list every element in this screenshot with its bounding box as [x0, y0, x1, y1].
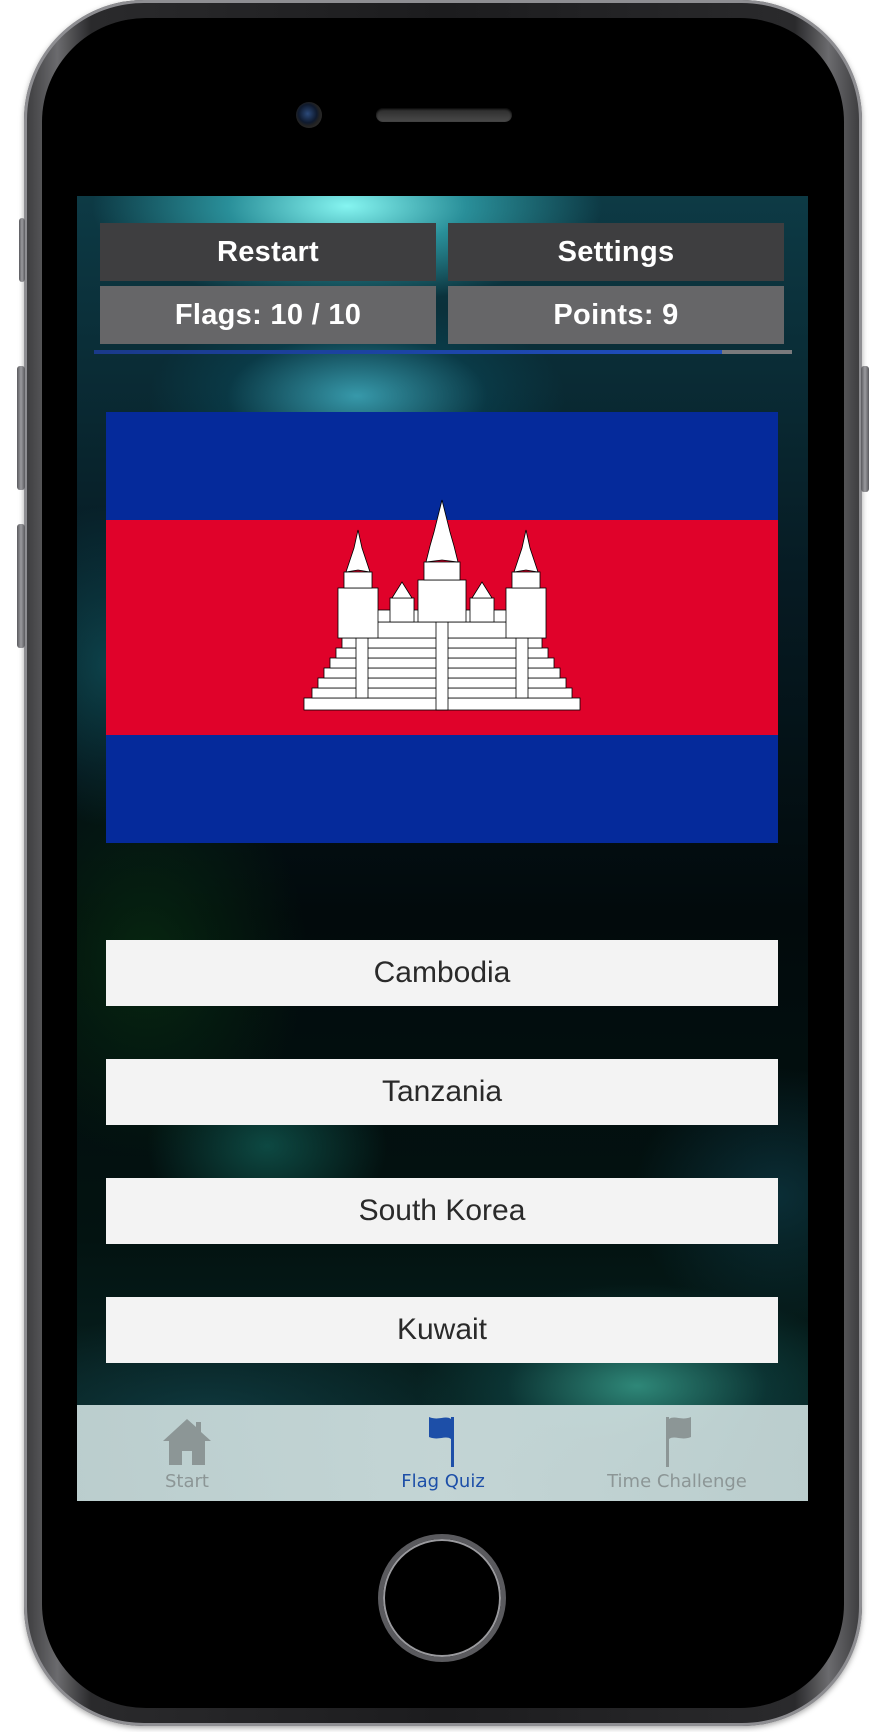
flag-icon [429, 1417, 454, 1467]
cambodia-flag-image [106, 412, 778, 843]
power-button [861, 366, 869, 492]
tab-bar: Start Flag Quiz Time Challenge [77, 1405, 808, 1501]
answer-button-3[interactable]: South Korea [106, 1178, 778, 1244]
volume-up-button [17, 366, 25, 490]
house-icon [163, 1419, 211, 1465]
answer-button-1[interactable]: Cambodia [106, 940, 778, 1006]
flags-counter: Flags: 10 / 10 [100, 286, 436, 344]
points-counter: Points: 9 [448, 286, 784, 344]
answer-label: Kuwait [396, 1313, 488, 1346]
answer-label: Tanzania [381, 1075, 503, 1108]
tab-flag-quiz-label: Flag Quiz [401, 1471, 485, 1492]
silent-switch [19, 218, 25, 282]
tab-flag-quiz[interactable]: Flag Quiz [343, 1405, 543, 1501]
flag-icon [666, 1417, 691, 1467]
quiz-progress-bar [94, 350, 792, 354]
quiz-progress-fill [94, 350, 723, 354]
restart-button[interactable]: Restart [100, 223, 436, 281]
tab-start[interactable]: Start [137, 1405, 237, 1501]
tab-time-challenge-label: Time Challenge [607, 1471, 747, 1492]
front-camera [296, 102, 322, 128]
app-screen: Restart Settings Flags: 10 / 10 Points: … [77, 196, 808, 1501]
volume-down-button [17, 524, 25, 648]
tab-time-challenge[interactable]: Time Challenge [577, 1405, 777, 1501]
home-button[interactable] [378, 1534, 506, 1662]
answer-button-2[interactable]: Tanzania [106, 1059, 778, 1125]
earpiece-speaker [376, 108, 512, 122]
tab-start-label: Start [165, 1471, 209, 1492]
answer-label: Cambodia [373, 956, 511, 989]
answer-label: South Korea [358, 1194, 526, 1227]
settings-button[interactable]: Settings [448, 223, 784, 281]
answer-button-4[interactable]: Kuwait [106, 1297, 778, 1363]
